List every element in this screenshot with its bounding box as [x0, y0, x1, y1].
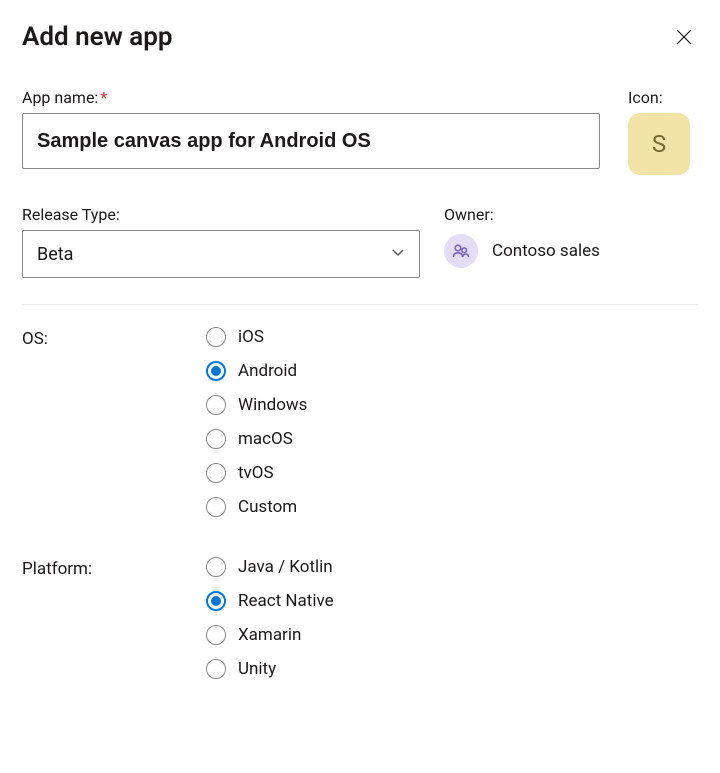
radio-icon: [206, 395, 226, 415]
people-icon: [451, 241, 471, 261]
app-name-label: App name:*: [22, 88, 600, 107]
platform-option-java-kotlin[interactable]: Java / Kotlin: [206, 557, 334, 577]
os-option-android[interactable]: Android: [206, 361, 307, 381]
radio-label: Unity: [238, 659, 276, 679]
close-button[interactable]: [670, 23, 698, 51]
radio-label: React Native: [238, 591, 334, 611]
radio-icon: [206, 361, 226, 381]
platform-option-xamarin[interactable]: Xamarin: [206, 625, 334, 645]
radio-label: Android: [238, 361, 297, 381]
radio-label: Windows: [238, 395, 307, 415]
os-option-tvos[interactable]: tvOS: [206, 463, 307, 483]
platform-option-unity[interactable]: Unity: [206, 659, 334, 679]
radio-icon: [206, 625, 226, 645]
icon-label: Icon:: [628, 88, 698, 107]
radio-icon: [206, 327, 226, 347]
os-option-custom[interactable]: Custom: [206, 497, 307, 517]
platform-radio-group: Java / Kotlin React Native Xamarin Unity: [206, 557, 334, 679]
radio-label: tvOS: [238, 463, 274, 483]
radio-label: Java / Kotlin: [238, 557, 333, 577]
radio-icon: [206, 591, 226, 611]
platform-option-react-native[interactable]: React Native: [206, 591, 334, 611]
release-type-select[interactable]: Beta: [22, 230, 420, 278]
radio-label: Custom: [238, 497, 297, 517]
radio-icon: [206, 429, 226, 449]
os-option-macos[interactable]: macOS: [206, 429, 307, 449]
os-option-ios[interactable]: iOS: [206, 327, 307, 347]
app-icon-letter: S: [652, 130, 666, 158]
radio-label: Xamarin: [238, 625, 301, 645]
radio-icon: [206, 497, 226, 517]
radio-label: iOS: [238, 327, 264, 347]
owner-avatar: [444, 234, 478, 268]
radio-label: macOS: [238, 429, 293, 449]
os-label: OS:: [22, 327, 206, 517]
add-new-app-dialog: Add new app App name:* Icon: S Release T…: [0, 0, 720, 773]
dialog-title: Add new app: [22, 22, 172, 52]
radio-icon: [206, 463, 226, 483]
owner-label: Owner:: [444, 205, 698, 224]
close-icon: [674, 27, 694, 47]
radio-icon: [206, 659, 226, 679]
radio-icon: [206, 557, 226, 577]
required-asterisk: *: [100, 88, 107, 107]
owner-name: Contoso sales: [492, 241, 600, 261]
os-radio-group: iOS Android Windows macOS tvOS Custom: [206, 327, 307, 517]
section-divider: [22, 304, 698, 305]
platform-label: Platform:: [22, 557, 206, 679]
release-type-value: Beta: [37, 244, 73, 265]
owner-display[interactable]: Contoso sales: [444, 234, 698, 268]
app-name-input[interactable]: [22, 113, 600, 169]
platform-section: Platform: Java / Kotlin React Native Xamar…: [22, 557, 698, 679]
os-section: OS: iOS Android Windows macOS tvOS Custom: [22, 327, 698, 517]
release-type-label: Release Type:: [22, 205, 420, 224]
os-option-windows[interactable]: Windows: [206, 395, 307, 415]
app-icon-picker[interactable]: S: [628, 113, 690, 175]
